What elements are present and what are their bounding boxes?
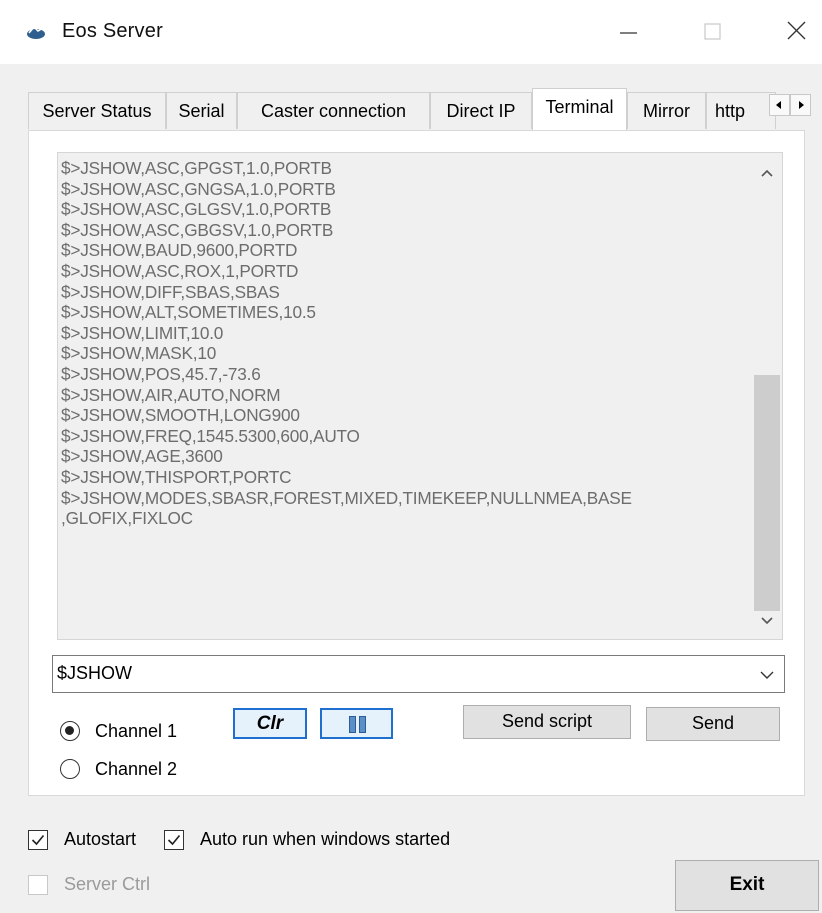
checkmark-icon bbox=[167, 834, 181, 846]
command-value: $JSHOW bbox=[57, 663, 133, 683]
tab-server-status[interactable]: Server Status bbox=[28, 92, 166, 129]
window-title: Eos Server bbox=[62, 20, 163, 42]
terminal-line: $>JSHOW,AIR,AUTO,NORM bbox=[61, 384, 281, 405]
maximize-button[interactable] bbox=[691, 14, 731, 48]
maximize-icon bbox=[704, 23, 721, 40]
tab-scroll-left-button[interactable] bbox=[769, 94, 790, 116]
terminal-line: $>JSHOW,MASK,10 bbox=[61, 343, 217, 364]
send-button[interactable]: Send bbox=[646, 707, 780, 741]
terminal-line: $>JSHOW,MODES,SBASR,FOREST,MIXED,TIMEKEE… bbox=[61, 487, 632, 508]
terminal-line: $>JSHOW,LIMIT,10.0 bbox=[61, 322, 224, 343]
terminal-line: $>JSHOW,ASC,ROX,1,PORTD bbox=[61, 260, 299, 281]
server-ctrl-label: Server Ctrl bbox=[64, 874, 151, 894]
tab-strip: Server Status Serial Caster connection D… bbox=[28, 88, 811, 130]
autostart-label: Autostart bbox=[64, 829, 137, 849]
eos-app-icon bbox=[27, 25, 45, 39]
terminal-output[interactable]: $>JSHOW,ASC,GPGST,1.0,PORTB $>JSHOW,ASC,G… bbox=[57, 152, 783, 640]
scrollbar-thumb[interactable] bbox=[754, 375, 780, 611]
terminal-lines: $>JSHOW,ASC,GPGST,1.0,PORTB $>JSHOW,ASC,G… bbox=[61, 158, 753, 529]
pause-button[interactable] bbox=[320, 708, 393, 739]
tab-scroll-right-button[interactable] bbox=[790, 94, 811, 116]
terminal-line: $>JSHOW,ASC,GPGST,1.0,PORTB bbox=[61, 158, 332, 178]
terminal-line: $>JSHOW,THISPORT,PORTC bbox=[61, 466, 292, 487]
checkbox-box bbox=[28, 830, 48, 850]
radio-circle bbox=[60, 759, 80, 779]
tab-http[interactable]: http bbox=[706, 92, 776, 129]
terminal-line: $>JSHOW,FREQ,1545.5300,600,AUTO bbox=[61, 425, 360, 446]
checkmark-icon bbox=[31, 834, 45, 846]
auto-run-checkbox[interactable]: Auto run when windows started bbox=[164, 828, 494, 854]
terminal-scrollbar[interactable] bbox=[752, 153, 782, 639]
terminal-line: $>JSHOW,ALT,SOMETIMES,10.5 bbox=[61, 302, 316, 323]
command-combobox[interactable]: $JSHOW bbox=[52, 655, 785, 693]
title-bar[interactable]: Eos Server bbox=[0, 0, 822, 64]
terminal-line: $>JSHOW,POS,45.7,-73.6 bbox=[61, 363, 261, 384]
scroll-down-icon[interactable] bbox=[752, 609, 782, 633]
autostart-checkbox[interactable]: Autostart bbox=[28, 828, 178, 854]
terminal-line: $>JSHOW,AGE,3600 bbox=[61, 446, 223, 467]
channel-1-radio[interactable]: Channel 1 bbox=[60, 718, 220, 746]
tab-terminal[interactable]: Terminal bbox=[532, 88, 627, 130]
channel-1-label: Channel 1 bbox=[95, 721, 178, 741]
server-ctrl-checkbox[interactable]: Server Ctrl bbox=[28, 873, 178, 899]
send-script-button[interactable]: Send script bbox=[463, 705, 631, 739]
terminal-line: ,GLOFIX,FIXLOC bbox=[61, 508, 193, 529]
tab-mirror[interactable]: Mirror bbox=[627, 92, 706, 129]
terminal-line: $>JSHOW,ASC,GNGSA,1.0,PORTB bbox=[61, 178, 336, 199]
tab-caster-connection[interactable]: Caster connection bbox=[237, 92, 430, 129]
channel-2-radio[interactable]: Channel 2 bbox=[60, 756, 220, 784]
minimize-button[interactable] bbox=[606, 14, 646, 48]
terminal-line: $>JSHOW,ASC,GBGSV,1.0,PORTB bbox=[61, 219, 334, 240]
terminal-line: $>JSHOW,DIFF,SBAS,SBAS bbox=[61, 281, 280, 302]
channel-2-label: Channel 2 bbox=[95, 759, 178, 779]
exit-button[interactable]: Exit bbox=[675, 860, 819, 911]
terminal-line: $>JSHOW,ASC,GLGSV,1.0,PORTB bbox=[61, 199, 332, 220]
clear-button[interactable]: Clr bbox=[233, 708, 307, 739]
auto-run-label: Auto run when windows started bbox=[200, 829, 451, 849]
close-icon bbox=[787, 21, 806, 40]
scroll-up-icon[interactable] bbox=[752, 161, 782, 185]
minimize-icon bbox=[620, 32, 637, 34]
tab-serial[interactable]: Serial bbox=[166, 92, 237, 129]
terminal-line: $>JSHOW,BAUD,9600,PORTD bbox=[61, 240, 298, 261]
chevron-down-icon[interactable] bbox=[758, 666, 776, 684]
radio-circle bbox=[60, 721, 80, 741]
tab-direct-ip[interactable]: Direct IP bbox=[430, 92, 532, 129]
arrow-right-icon bbox=[799, 101, 804, 109]
radio-selected-dot bbox=[65, 726, 74, 735]
checkbox-box bbox=[164, 830, 184, 850]
close-button[interactable] bbox=[776, 14, 816, 48]
terminal-line: $>JSHOW,SMOOTH,LONG900 bbox=[61, 405, 300, 426]
checkbox-box bbox=[28, 875, 48, 895]
arrow-left-icon bbox=[776, 101, 781, 109]
